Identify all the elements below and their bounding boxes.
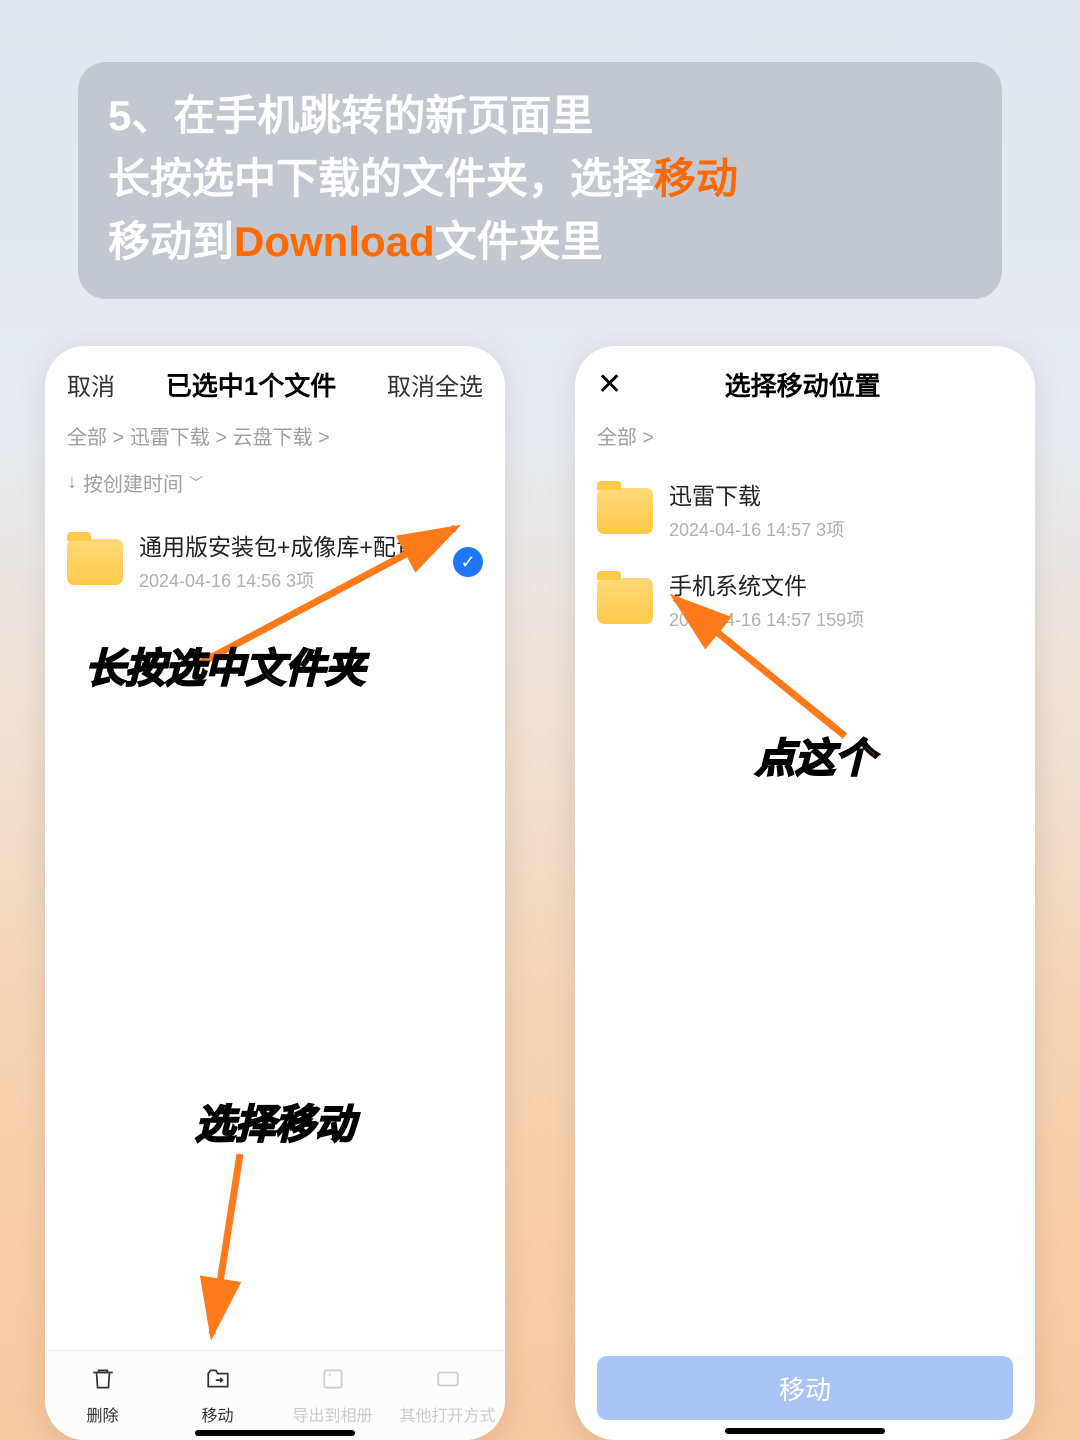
topbar: 取消 已选中1个文件 取消全选 <box>45 346 505 417</box>
bottom-toolbar: 删除 移动 导出到相册 其他打开方式 <box>45 1350 505 1440</box>
trash-icon <box>90 1366 116 1397</box>
sort-selector[interactable]: ↓ 按创建时间 ﹀ <box>45 460 505 511</box>
folder-meta: 2024-04-16 14:57 159项 <box>669 606 1013 632</box>
file-item-selected[interactable]: 通用版安装包+成像库+配置 2024-04-16 14:56 3项 ✓ <box>67 517 483 607</box>
file-meta: 2024-04-16 14:56 3项 <box>139 567 437 593</box>
toolbar-delete[interactable]: 删除 <box>45 1351 160 1440</box>
folder-name: 迅雷下载 <box>669 480 1013 512</box>
toolbar-move[interactable]: 移动 <box>160 1351 275 1440</box>
chevron-down-icon: ﹀ <box>189 473 203 493</box>
arrow-to-move-icon <box>180 1144 260 1344</box>
toolbar-other-open: 其他打开方式 <box>390 1351 505 1440</box>
breadcrumb[interactable]: 全部 > <box>575 417 1035 460</box>
topbar-title: 选择移动位置 <box>725 366 881 403</box>
folder-icon <box>67 539 123 585</box>
cancel-button[interactable]: 取消 <box>67 367 115 402</box>
instruction-banner: 5、在手机跳转的新页面里 长按选中下载的文件夹，选择移动 移动到Download… <box>78 62 1002 299</box>
breadcrumb[interactable]: 全部 > 迅雷下载 > 云盘下载 > <box>45 417 505 460</box>
folder-name: 手机系统文件 <box>669 570 1013 602</box>
folder-item-xunlei[interactable]: 迅雷下载 2024-04-16 14:57 3项 <box>597 466 1013 556</box>
export-icon <box>320 1366 346 1397</box>
file-name: 通用版安装包+成像库+配置 <box>139 531 437 563</box>
folder-item-system[interactable]: 手机系统文件 2024-04-16 14:57 159项 <box>597 556 1013 646</box>
folder-meta: 2024-04-16 14:57 3项 <box>669 516 1013 542</box>
instruction-line-2: 长按选中下载的文件夹，选择移动 <box>108 147 972 210</box>
sort-arrow-icon: ↓ <box>67 471 77 494</box>
deselect-all-button[interactable]: 取消全选 <box>387 367 483 402</box>
annotation-select-move: 选择移动 <box>195 1092 355 1150</box>
annotation-click-this: 点这个 <box>755 726 875 784</box>
phone-right: ✕ 选择移动位置 全部 > 迅雷下载 2024-04-16 14:57 3项 手… <box>575 346 1035 1440</box>
instruction-line-3: 移动到Download文件夹里 <box>108 210 972 273</box>
sort-label: 按创建时间 <box>83 468 183 497</box>
toolbar-export: 导出到相册 <box>275 1351 390 1440</box>
folder-icon <box>597 488 653 534</box>
home-indicator <box>725 1428 885 1434</box>
folder-icon <box>597 578 653 624</box>
move-folder-icon <box>205 1366 231 1397</box>
phone-left: 取消 已选中1个文件 取消全选 全部 > 迅雷下载 > 云盘下载 > ↓ 按创建… <box>45 346 505 1440</box>
instruction-line-1: 5、在手机跳转的新页面里 <box>108 84 972 147</box>
topbar: ✕ 选择移动位置 <box>575 346 1035 417</box>
open-with-icon <box>435 1366 461 1397</box>
selected-check-icon[interactable]: ✓ <box>453 547 483 577</box>
close-button[interactable]: ✕ <box>597 370 622 400</box>
move-confirm-button[interactable]: 移动 <box>597 1356 1013 1420</box>
annotation-longpress: 长按选中文件夹 <box>85 636 365 694</box>
home-indicator <box>195 1430 355 1436</box>
topbar-title: 已选中1个文件 <box>166 366 336 403</box>
